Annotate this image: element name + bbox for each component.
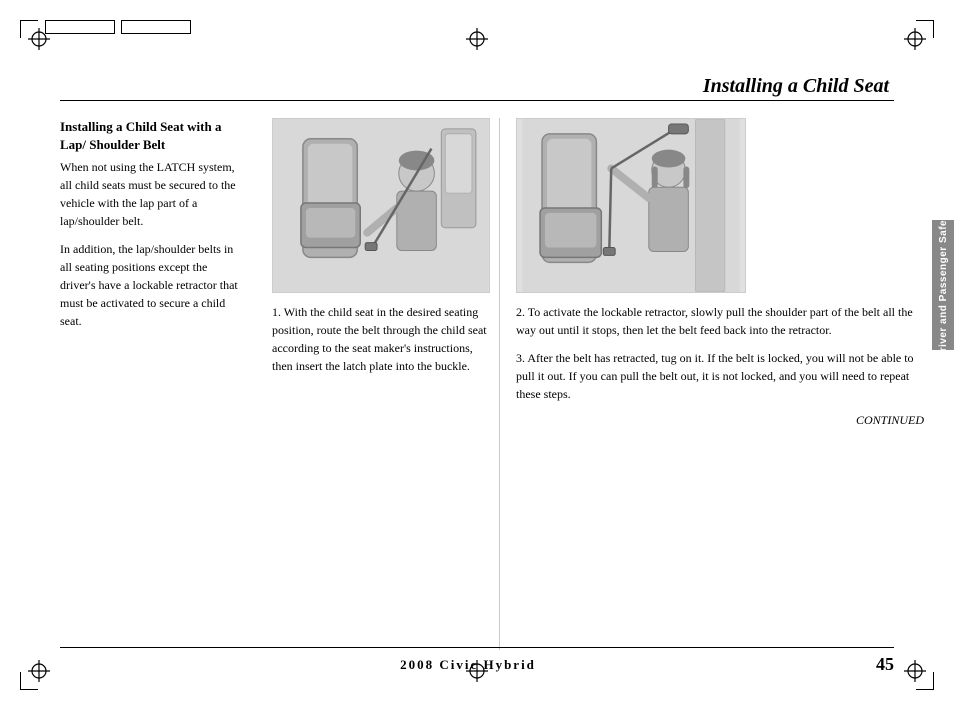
reg-mark-bl bbox=[28, 660, 50, 682]
columns: Installing a Child Seat with a Lap/ Shou… bbox=[60, 118, 924, 650]
step-3: 3. After the belt has retracted, tug on … bbox=[516, 349, 924, 403]
footer-center: 2008 Civic Hybrid bbox=[400, 657, 536, 673]
sidebar-tab-label: Driver and Passenger Safety bbox=[938, 210, 949, 359]
continued-label: CONTINUED bbox=[516, 413, 924, 428]
step-2: 2. To activate the lockable retractor, s… bbox=[516, 303, 924, 339]
top-line-box-2 bbox=[121, 20, 191, 34]
reg-mark-tr bbox=[904, 28, 926, 50]
content-area: Installing a Child Seat with a Lap/ Shou… bbox=[60, 110, 924, 650]
reg-mark-tc bbox=[466, 28, 488, 50]
illustration-1 bbox=[272, 118, 490, 293]
right-column: 2. To activate the lockable retractor, s… bbox=[500, 118, 924, 650]
body-paragraph-1: When not using the LATCH system, all chi… bbox=[60, 158, 244, 230]
footer-page-number: 45 bbox=[876, 654, 894, 675]
section-title: Installing a Child Seat with a Lap/ Shou… bbox=[60, 118, 244, 154]
reg-mark-br bbox=[904, 660, 926, 682]
top-line-boxes bbox=[45, 20, 191, 34]
sidebar-tab: Driver and Passenger Safety bbox=[932, 220, 954, 350]
top-line-box-1 bbox=[45, 20, 115, 34]
top-rule bbox=[60, 100, 894, 101]
left-column: Installing a Child Seat with a Lap/ Shou… bbox=[60, 118, 260, 650]
footer: 2008 Civic Hybrid 45 bbox=[60, 647, 894, 675]
page-title: Installing a Child Seat bbox=[703, 75, 889, 98]
middle-column: 1. With the child seat in the desired se… bbox=[260, 118, 500, 650]
illustration-2 bbox=[516, 118, 746, 293]
body-paragraph-2: In addition, the lap/shoulder belts in a… bbox=[60, 240, 244, 330]
step-1: 1. With the child seat in the desired se… bbox=[272, 303, 487, 375]
